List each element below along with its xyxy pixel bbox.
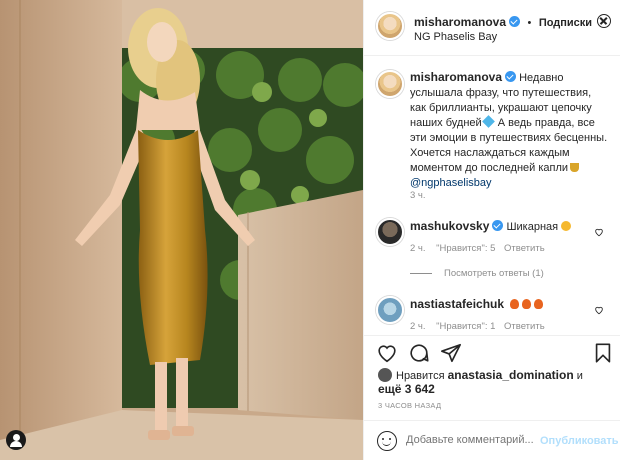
caption-time[interactable]: 3 ч. [410, 190, 426, 201]
likes-count[interactable]: ещё 3 642 [378, 382, 435, 396]
trophy-emoji-icon [570, 163, 580, 172]
comment-meta: 2 ч. "Нравится": 1 Ответить [410, 321, 545, 331]
comment: mashukovsky Шикарная [410, 219, 595, 233]
comment-likes[interactable]: "Нравится": 1 [436, 321, 495, 331]
verified-icon [509, 16, 521, 27]
smile-icon[interactable] [377, 431, 397, 451]
comment: nastiastafeichuk [410, 297, 595, 311]
fire-emoji-icon [510, 299, 520, 309]
comment-meta: 2 ч. "Нравится": 5 Ответить [410, 243, 545, 254]
diamond-emoji-icon [481, 115, 495, 128]
comment-username[interactable]: nastiastafeichuk [410, 297, 504, 311]
bookmark-icon[interactable] [592, 342, 614, 364]
comment-time[interactable]: 2 ч. [410, 321, 426, 331]
publish-button[interactable]: Опубликовать [540, 435, 619, 447]
fire-emoji-icon [534, 299, 544, 309]
caption-author-avatar[interactable] [376, 70, 404, 98]
post-location[interactable]: NG Phaselis Bay [414, 31, 497, 43]
follow-button[interactable]: Подписки [539, 17, 592, 29]
comment-reply-button[interactable]: Ответить [504, 243, 545, 254]
caption-username[interactable]: misharomanova [410, 70, 502, 84]
post-caption: misharomanova Недавно услышала фразу, чт… [410, 70, 610, 191]
verified-icon [505, 71, 517, 82]
caption-mention[interactable]: @ngphaselisbay [410, 177, 492, 189]
comment-like-icon[interactable] [594, 302, 604, 315]
replies-divider [410, 272, 432, 274]
verified-icon [492, 220, 504, 231]
star-eyes-emoji-icon [561, 221, 572, 231]
likes-summary: Нравится anastasia_domination и ещё 3 64… [378, 368, 583, 396]
comment-username[interactable]: mashukovsky [410, 219, 489, 233]
share-icon[interactable] [440, 342, 462, 364]
comment-avatar[interactable] [376, 296, 404, 324]
post-photo[interactable] [0, 0, 363, 460]
comment-reply-button[interactable]: Ответить [504, 321, 545, 331]
comment-input[interactable] [406, 434, 536, 446]
add-comment-bar: Опубликовать [364, 420, 620, 460]
post-header: misharomanova • Подписки NG Phaselis Bay [364, 0, 620, 56]
comment-likes[interactable]: "Нравится": 5 [436, 243, 495, 254]
author-avatar[interactable] [376, 12, 404, 40]
comment-like-icon[interactable] [594, 224, 604, 237]
post-timestamp[interactable]: 3 ЧАСОВ НАЗАД [378, 401, 441, 410]
liker-username[interactable]: anastasia_domination [448, 368, 574, 382]
comment-icon[interactable] [408, 342, 430, 364]
post-sidebar: misharomanova • Подписки NG Phaselis Bay… [363, 0, 620, 460]
tagged-user-icon[interactable] [6, 430, 26, 450]
fire-emoji-icon [522, 299, 532, 309]
comment-avatar[interactable] [376, 218, 404, 246]
more-options-icon[interactable] [597, 14, 611, 28]
view-replies-button[interactable]: Посмотреть ответы (1) [410, 268, 544, 279]
post-actions [364, 335, 620, 367]
liker-avatar[interactable] [378, 368, 392, 382]
comment-text: Шикарная [506, 221, 559, 233]
comment-time[interactable]: 2 ч. [410, 243, 426, 254]
heart-icon[interactable] [376, 342, 398, 364]
author-username[interactable]: misharomanova [414, 15, 506, 29]
